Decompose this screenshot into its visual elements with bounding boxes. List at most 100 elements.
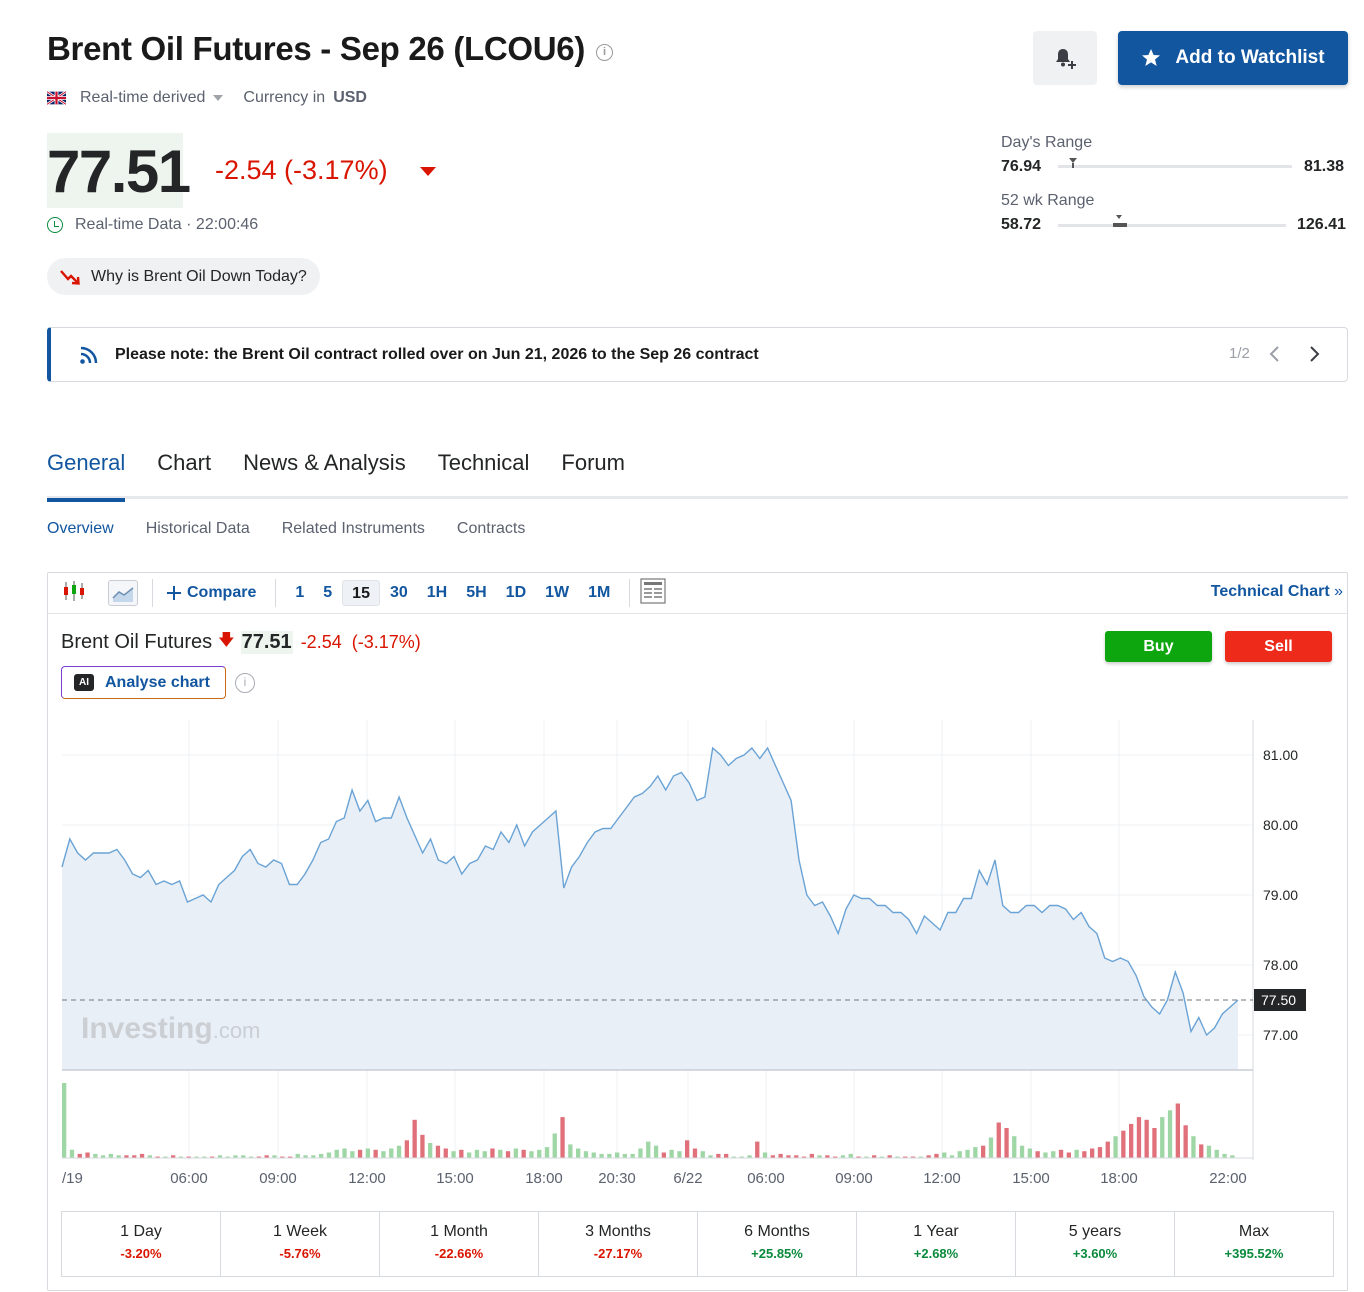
volume-bar: [1206, 1145, 1212, 1158]
period-change: -22.66%: [434, 1246, 484, 1261]
chart-change-pct: (-3.17%): [351, 632, 421, 652]
x-tick-label: /19: [62, 1170, 83, 1187]
uk-flag-icon: [47, 91, 66, 105]
chevron-down-icon[interactable]: [213, 95, 224, 101]
volume-bar: [1090, 1148, 1095, 1158]
y-tick-label: 79.00: [1263, 887, 1298, 903]
52wk-range-low: 58.72: [1001, 216, 1042, 233]
x-tick-label: 15:00: [436, 1170, 474, 1187]
last-price: 77.51: [47, 138, 191, 205]
period-6-months[interactable]: 6 Months +25.85%: [698, 1212, 857, 1276]
data-source-dropdown[interactable]: Real-time derived: [80, 89, 205, 107]
y-tick-label: 77.00: [1263, 1027, 1298, 1043]
period-label: Max: [1238, 1223, 1270, 1240]
main-tabs: General Chart News & Analysis Technical …: [47, 450, 625, 502]
realtime-label: Real-time Data · 22:00:46: [75, 216, 259, 233]
volume-bar: [412, 1119, 417, 1158]
interval-1m[interactable]: 1M: [579, 580, 619, 606]
chart-price: 77.51: [240, 631, 293, 654]
volume-bar: [459, 1149, 464, 1158]
period-1-month[interactable]: 1 Month -22.66%: [380, 1212, 539, 1276]
buy-button[interactable]: Buy: [1105, 631, 1212, 662]
clock-icon: [47, 217, 63, 233]
price-chart[interactable]: 81.0080.0079.0078.0077.00Investing.com77…: [48, 715, 1318, 1195]
volume-bar: [638, 1148, 643, 1158]
chevron-left-icon[interactable]: [1268, 345, 1282, 368]
interval-1w[interactable]: 1W: [536, 580, 578, 606]
volume-bar: [1074, 1149, 1079, 1158]
period-1-day[interactable]: 1 Day -3.20%: [62, 1212, 221, 1276]
subtab-related-instruments[interactable]: Related Instruments: [282, 520, 425, 538]
volume-bar: [934, 1153, 939, 1158]
subtab-overview[interactable]: Overview: [47, 520, 114, 538]
interval-5[interactable]: 5: [314, 580, 341, 606]
technical-chart-link[interactable]: Technical Chart »: [1211, 583, 1343, 601]
x-tick-label: 12:00: [923, 1170, 961, 1187]
period-3-months[interactable]: 3 Months -27.17%: [539, 1212, 698, 1276]
interval-1h[interactable]: 1H: [418, 580, 456, 606]
add-alert-button[interactable]: [1033, 31, 1097, 85]
volume-bar: [942, 1152, 947, 1158]
chevron-right-icon[interactable]: [1307, 345, 1321, 368]
interval-30[interactable]: 30: [381, 580, 417, 606]
period-label: 1 Month: [430, 1223, 488, 1240]
volume-bar: [521, 1149, 526, 1158]
volume-bar: [661, 1152, 666, 1158]
down-arrow-icon: 🡇: [218, 632, 235, 649]
subtab-contracts[interactable]: Contracts: [457, 520, 525, 538]
compare-button[interactable]: Compare: [163, 580, 265, 606]
x-tick-label: 22:00: [1209, 1170, 1247, 1187]
volume-bar: [420, 1134, 425, 1158]
tab-news-analysis[interactable]: News & Analysis: [243, 450, 406, 502]
x-tick-label: 09:00: [259, 1170, 297, 1187]
info-icon[interactable]: i: [596, 44, 613, 61]
volume-bar: [957, 1151, 962, 1158]
layout-icon[interactable]: [640, 577, 666, 609]
analyse-chart-button[interactable]: AI Analyse chart: [61, 666, 226, 699]
interval-1[interactable]: 1: [286, 580, 313, 606]
volume-bar: [513, 1148, 518, 1158]
volume-bar: [357, 1149, 363, 1158]
add-to-watchlist-button[interactable]: Add to Watchlist: [1118, 31, 1348, 85]
volume-bar: [1066, 1152, 1071, 1158]
tab-general[interactable]: General: [47, 450, 126, 502]
sell-button[interactable]: Sell: [1225, 631, 1332, 662]
volume-bar: [996, 1122, 1001, 1158]
volume-bar: [381, 1151, 386, 1158]
52wk-range-label: 52 wk Range: [1001, 192, 1095, 209]
candlestick-icon[interactable]: [62, 580, 86, 607]
rss-icon: [80, 346, 98, 364]
volume-bar: [1152, 1128, 1157, 1158]
info-icon[interactable]: i: [235, 673, 255, 693]
volume-bar: [1012, 1136, 1017, 1158]
area-chart-icon[interactable]: [108, 580, 138, 606]
volume-bar: [1004, 1128, 1009, 1158]
volume-bar: [1097, 1147, 1103, 1158]
period-max[interactable]: Max +395.52%: [1175, 1212, 1333, 1276]
tab-chart[interactable]: Chart: [157, 450, 211, 502]
volume-bar: [108, 1153, 113, 1158]
volume-bar: [615, 1152, 620, 1158]
subtab-historical-data[interactable]: Historical Data: [146, 520, 250, 538]
interval-15[interactable]: 15: [342, 580, 380, 606]
interval-1d[interactable]: 1D: [497, 580, 535, 606]
interval-5h[interactable]: 5H: [457, 580, 495, 606]
volume-bar: [755, 1141, 760, 1158]
technical-chart-label: Technical Chart: [1210, 583, 1330, 600]
tab-technical[interactable]: Technical: [438, 450, 530, 502]
period-1-week[interactable]: 1 Week -5.76%: [221, 1212, 380, 1276]
plus-icon: [167, 586, 181, 600]
52wk-range-high: 126.41: [1297, 216, 1346, 233]
period-label: 1 Week: [273, 1223, 327, 1240]
period-5-years[interactable]: 5 years +3.60%: [1016, 1212, 1175, 1276]
trend-down-icon: [60, 269, 80, 285]
volume-bar: [848, 1153, 853, 1158]
tab-forum[interactable]: Forum: [561, 450, 625, 502]
period-1-year[interactable]: 1 Year +2.68%: [857, 1212, 1016, 1276]
volume-bar: [692, 1148, 698, 1158]
volume-bar: [630, 1153, 635, 1158]
volume-bar: [1191, 1136, 1196, 1158]
why-down-button[interactable]: Why is Brent Oil Down Today?: [47, 258, 320, 295]
volume-bar: [981, 1145, 986, 1158]
volume-bar: [1160, 1117, 1165, 1158]
